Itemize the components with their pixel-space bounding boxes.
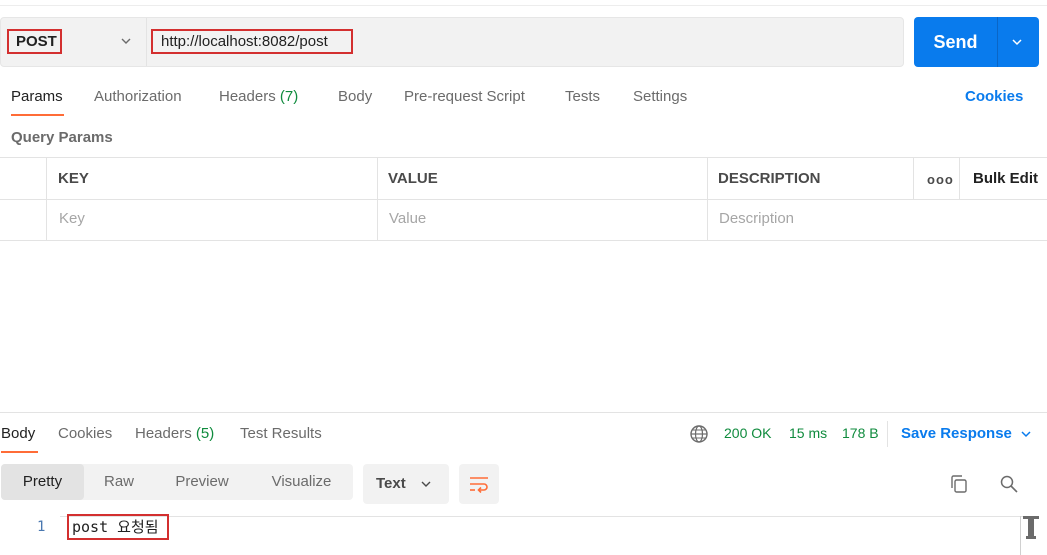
table-row-border bbox=[0, 199, 1047, 200]
more-options-button[interactable]: ooo bbox=[927, 172, 954, 187]
status-separator bbox=[887, 421, 888, 447]
cookies-link[interactable]: Cookies bbox=[965, 88, 1023, 105]
chevron-down-icon bbox=[421, 481, 431, 487]
method-select[interactable]: POST bbox=[7, 29, 62, 54]
tab-label: Test Results bbox=[240, 425, 322, 442]
column-header-description: DESCRIPTION bbox=[718, 170, 821, 187]
column-divider bbox=[913, 157, 914, 199]
send-separator bbox=[997, 17, 998, 67]
tab-label: Pre-request Script bbox=[404, 88, 525, 105]
active-response-tab-indicator bbox=[1, 451, 38, 453]
url-separator bbox=[146, 18, 147, 66]
column-divider bbox=[959, 157, 960, 199]
tab-label: Authorization bbox=[94, 88, 182, 105]
table-top-border bbox=[0, 157, 1047, 158]
column-header-value: VALUE bbox=[388, 170, 438, 187]
query-params-title: Query Params bbox=[11, 129, 113, 146]
editor-scroll-edge bbox=[1020, 516, 1021, 555]
chevron-down-icon[interactable] bbox=[1011, 36, 1023, 48]
request-bar: POST http://localhost:8082/post bbox=[0, 17, 904, 67]
tab-pre-request-script[interactable]: Pre-request Script bbox=[404, 88, 525, 105]
tab-label: Headers bbox=[219, 88, 276, 105]
tab-body[interactable]: Body bbox=[338, 88, 372, 105]
active-tab-indicator bbox=[11, 114, 64, 116]
column-divider bbox=[377, 157, 378, 240]
view-mode-pretty[interactable]: Pretty bbox=[1, 464, 84, 500]
tab-settings[interactable]: Settings bbox=[633, 88, 687, 105]
text-cursor-icon bbox=[1023, 516, 1039, 539]
key-input[interactable]: Key bbox=[59, 210, 85, 227]
code-line-border bbox=[60, 516, 1023, 517]
view-mode-preview[interactable]: Preview bbox=[154, 464, 250, 500]
response-size[interactable]: 178 B bbox=[842, 425, 879, 441]
value-input[interactable]: Value bbox=[389, 210, 426, 227]
tab-tests[interactable]: Tests bbox=[565, 88, 600, 105]
tab-label: Params bbox=[11, 88, 63, 105]
top-divider bbox=[0, 5, 1047, 6]
column-divider bbox=[707, 157, 708, 240]
url-input[interactable]: http://localhost:8082/post bbox=[151, 29, 353, 54]
send-label: Send bbox=[933, 32, 978, 52]
copy-icon[interactable] bbox=[949, 474, 969, 494]
tab-params[interactable]: Params bbox=[11, 88, 63, 105]
response-tab-cookies[interactable]: Cookies bbox=[58, 425, 112, 442]
tab-headers[interactable]: Headers (7) bbox=[219, 88, 298, 105]
wrap-lines-icon bbox=[470, 477, 488, 493]
tab-authorization[interactable]: Authorization bbox=[94, 88, 182, 105]
chevron-down-icon[interactable] bbox=[1020, 428, 1032, 440]
wrap-lines-button[interactable] bbox=[459, 464, 499, 504]
line-number: 1 bbox=[37, 519, 46, 535]
globe-icon[interactable] bbox=[689, 424, 709, 444]
view-mode-selector: Pretty Raw Preview Visualize bbox=[1, 464, 353, 500]
status-code[interactable]: 200 OK bbox=[724, 425, 771, 441]
tab-label: Body bbox=[338, 88, 373, 105]
search-icon[interactable] bbox=[999, 474, 1019, 494]
chevron-down-icon[interactable] bbox=[120, 35, 132, 47]
column-divider bbox=[46, 157, 47, 240]
response-tab-test-results[interactable]: Test Results bbox=[240, 425, 322, 442]
response-tab-headers[interactable]: Headers (5) bbox=[135, 425, 214, 442]
tab-label: Cookies bbox=[58, 425, 113, 442]
send-button[interactable]: Send bbox=[914, 17, 1039, 67]
tab-label: Tests bbox=[565, 88, 601, 105]
view-mode-raw[interactable]: Raw bbox=[84, 464, 154, 500]
bulk-edit-button[interactable]: Bulk Edit bbox=[973, 170, 1038, 187]
format-select[interactable]: Text bbox=[363, 464, 449, 504]
view-mode-visualize[interactable]: Visualize bbox=[250, 464, 353, 500]
column-header-key: KEY bbox=[58, 170, 89, 187]
response-divider[interactable] bbox=[0, 412, 1047, 413]
headers-count: (7) bbox=[279, 88, 299, 105]
description-input[interactable]: Description bbox=[719, 210, 794, 227]
tab-label: Body bbox=[1, 425, 36, 442]
response-body-line[interactable]: post 요청됨 bbox=[67, 514, 169, 540]
tab-label: Settings bbox=[633, 88, 688, 105]
table-bottom-border bbox=[0, 240, 1047, 241]
format-label: Text bbox=[376, 475, 406, 492]
response-tab-body[interactable]: Body bbox=[1, 425, 35, 442]
save-response-button[interactable]: Save Response bbox=[901, 425, 1012, 442]
tab-label: Headers bbox=[135, 425, 192, 442]
response-time[interactable]: 15 ms bbox=[789, 425, 827, 441]
headers-count: (5) bbox=[195, 425, 215, 442]
